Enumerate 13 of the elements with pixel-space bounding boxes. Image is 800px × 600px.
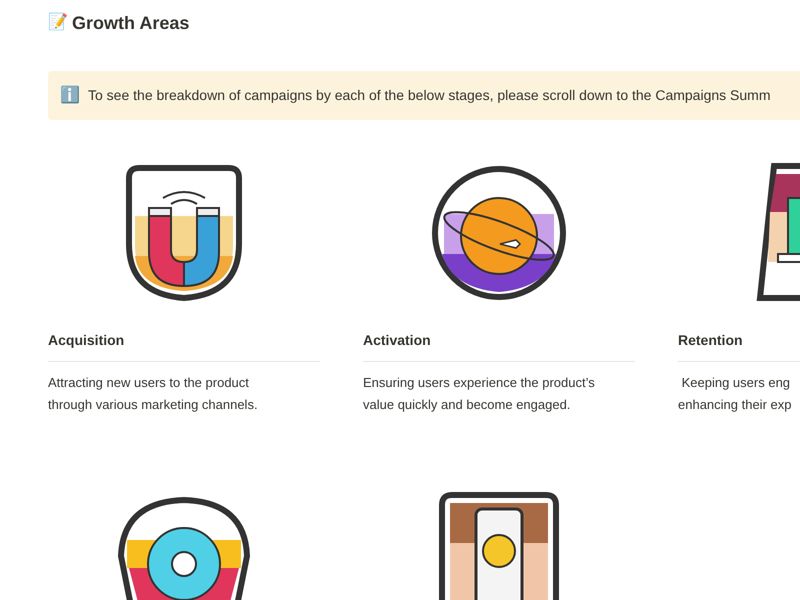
- card-description-line: Keeping users eng: [680, 374, 790, 392]
- card-title: Retention: [678, 330, 800, 362]
- card-title: Activation: [363, 330, 635, 362]
- card-description-line: value quickly and become engaged.: [363, 396, 570, 414]
- card-description-line: Ensuring users experience the product’s: [363, 374, 595, 392]
- callout-text: To see the breakdown of campaigns by each of the below stages, please scroll down to the Campaigns Summ: [88, 86, 770, 105]
- memo-emoji-icon: 📝: [48, 11, 68, 35]
- page-title: Growth Areas: [72, 12, 190, 34]
- card-description-line: through various marketing channels.: [48, 396, 258, 414]
- card-description-line: enhancing their exp: [678, 396, 792, 414]
- card-title: Acquisition: [48, 330, 320, 362]
- card-description-line: Attracting new users to the product: [48, 374, 249, 392]
- info-icon: ℹ: [60, 84, 80, 108]
